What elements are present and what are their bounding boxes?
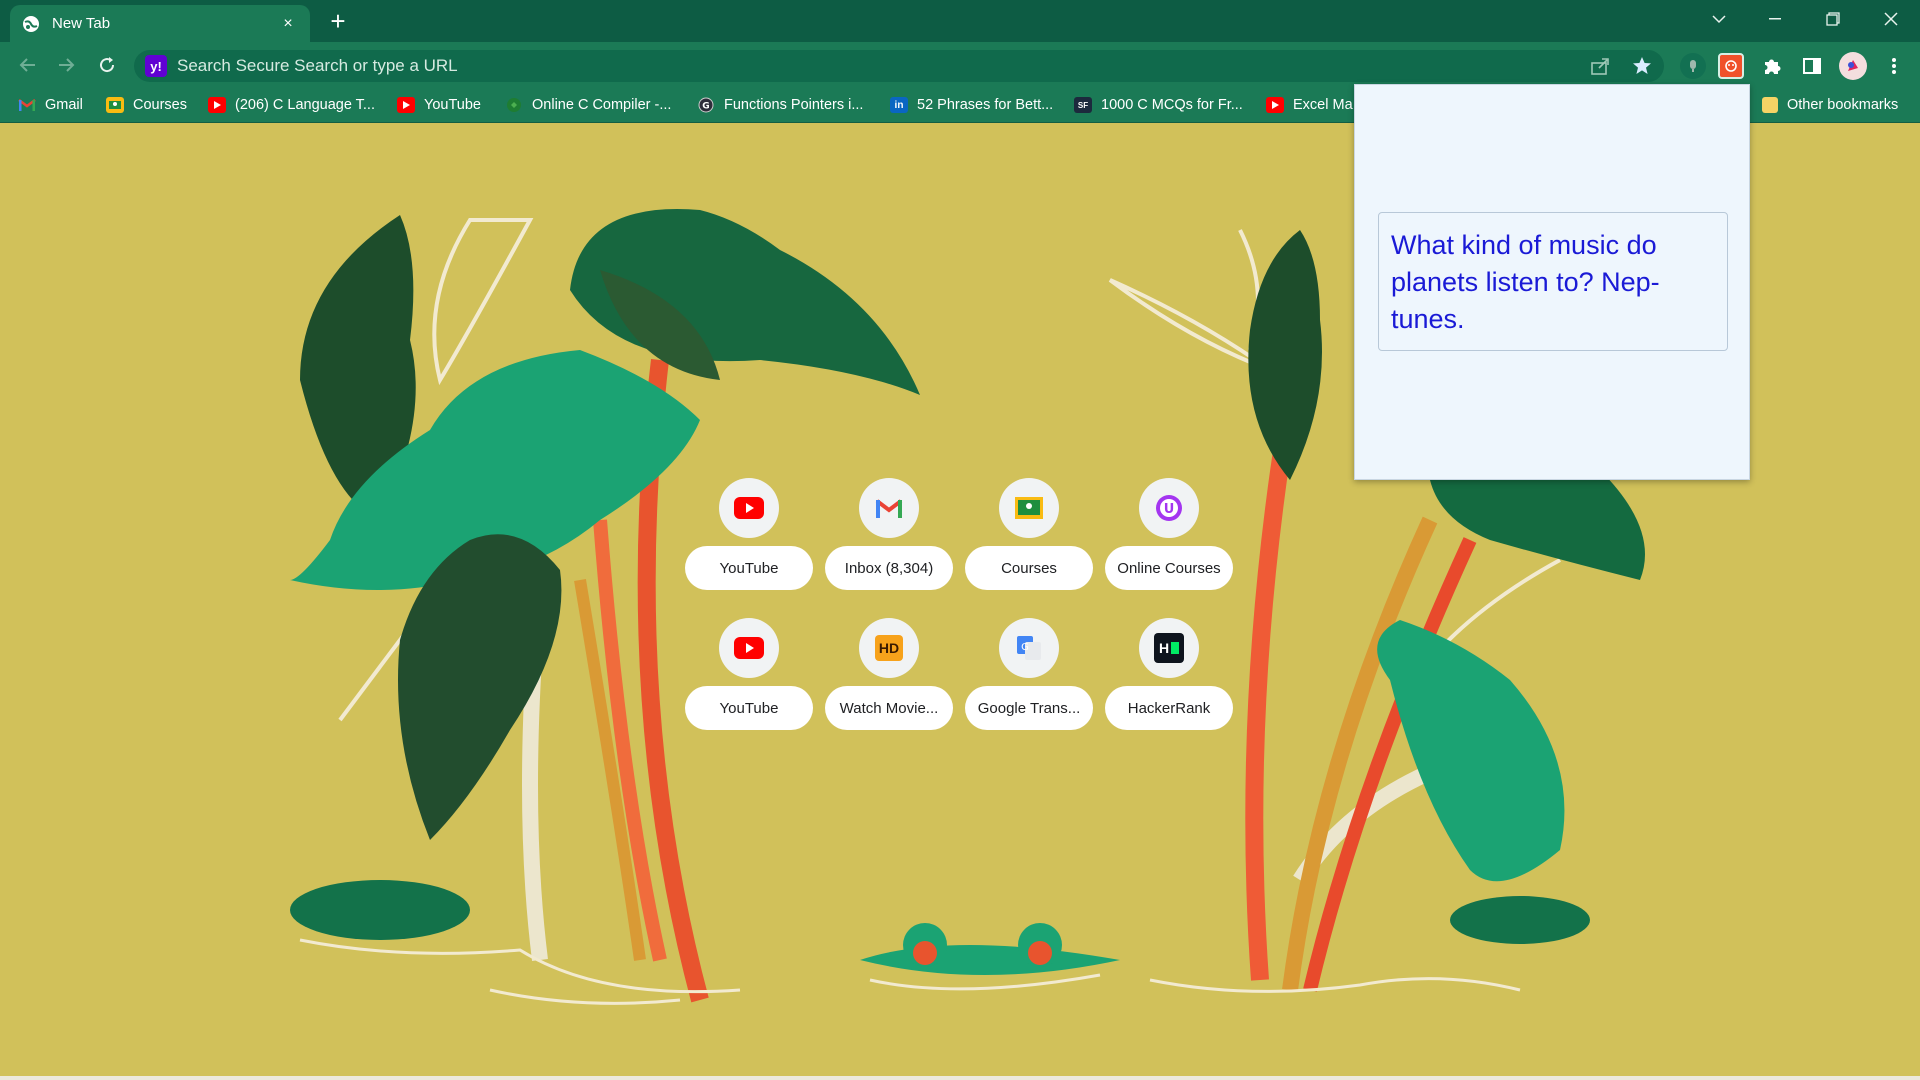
bookmark-courses[interactable]: Courses [106,94,187,116]
bookmark-1000-c-mcqs[interactable]: SF 1000 C MCQs for Fr... [1074,94,1243,116]
page-bottom-edge [0,1076,1920,1080]
shortcut-label: Google Trans... [965,686,1093,730]
new-tab-button[interactable]: + [324,8,352,36]
bookmark-online-c-compiler[interactable]: Online C Compiler -... [505,94,671,116]
reload-button[interactable] [92,50,122,80]
bookmark-c-language[interactable]: (206) C Language T... [208,94,375,116]
shortcut-label: HackerRank [1105,686,1233,730]
menu-kebab-icon[interactable] [1880,52,1908,80]
close-window-button[interactable] [1868,0,1914,38]
other-bookmarks[interactable]: Other bookmarks [1762,94,1898,116]
restore-button[interactable] [1810,0,1856,38]
forward-button[interactable] [52,50,82,80]
globe-icon [22,15,40,33]
shortcut-label: Courses [965,546,1093,590]
classroom-icon [106,97,124,113]
youtube-icon [719,618,779,678]
shortcut-hackerrank[interactable]: H HackerRank [1105,618,1233,748]
youtube-icon [719,478,779,538]
bookmark-excel[interactable]: Excel Ma [1266,94,1353,116]
tab-search-icon[interactable] [1696,0,1742,38]
joke-extension-popup: What kind of music do planets listen to?… [1354,84,1750,480]
youtube-icon [397,97,415,113]
google-translate-icon: G [999,618,1059,678]
share-icon[interactable] [1586,52,1614,80]
shortcut-youtube[interactable]: YouTube [685,478,813,608]
site-icon: G [697,97,715,113]
svg-text:U: U [1164,502,1175,517]
shortcut-watch-movie[interactable]: HD Watch Movie... [825,618,953,748]
bookmark-gmail[interactable]: Gmail [18,94,83,116]
profile-avatar[interactable] [1839,52,1867,80]
linkedin-icon: in [890,97,908,113]
shortcut-google-translate[interactable]: G Google Trans... [965,618,1093,748]
shortcut-online-courses[interactable]: U Online Courses [1105,478,1233,608]
joke-extension-icon[interactable] [1718,53,1744,79]
address-bar-placeholder[interactable]: Search Secure Search or type a URL [177,56,458,76]
hackerrank-icon: H [1139,618,1199,678]
bookmark-youtube[interactable]: YouTube [397,94,481,116]
gmail-icon [859,478,919,538]
tab-new-tab[interactable]: New Tab × [10,5,310,42]
side-panel-icon[interactable] [1798,52,1826,80]
gmail-icon [18,97,36,113]
tab-title: New Tab [52,15,111,32]
bookmark-functions-pointers[interactable]: G Functions Pointers i... [697,94,863,116]
hd-icon: HD [859,618,919,678]
folder-icon [1762,97,1778,113]
shortcut-label: YouTube [685,546,813,590]
svg-text:G: G [1021,642,1029,653]
shortcut-label: YouTube [685,686,813,730]
udemy-icon: U [1139,478,1199,538]
shortcut-youtube-2[interactable]: YouTube [685,618,813,748]
sanfoundry-icon: SF [1074,97,1092,113]
extension-mic-icon[interactable] [1680,53,1706,79]
shortcut-label: Online Courses [1105,546,1233,590]
yahoo-search-icon: y! [145,55,167,77]
shortcut-courses[interactable]: Courses [965,478,1093,608]
minimize-button[interactable] [1752,0,1798,38]
close-tab-icon[interactable]: × [278,14,298,34]
back-button[interactable] [12,50,42,80]
classroom-icon [999,478,1059,538]
shortcut-inbox[interactable]: Inbox (8,304) [825,478,953,608]
title-bar: New Tab × + [0,0,1920,42]
svg-text:G: G [702,102,709,112]
shortcut-label: Inbox (8,304) [825,546,953,590]
shortcut-label: Watch Movie... [825,686,953,730]
joke-text: What kind of music do planets listen to?… [1378,212,1728,351]
youtube-icon [208,97,226,113]
extensions-puzzle-icon[interactable] [1758,52,1786,80]
compiler-icon [505,97,523,113]
bookmark-star-icon[interactable] [1628,52,1656,80]
youtube-icon [1266,97,1284,113]
bookmark-52-phrases[interactable]: in 52 Phrases for Bett... [890,94,1053,116]
